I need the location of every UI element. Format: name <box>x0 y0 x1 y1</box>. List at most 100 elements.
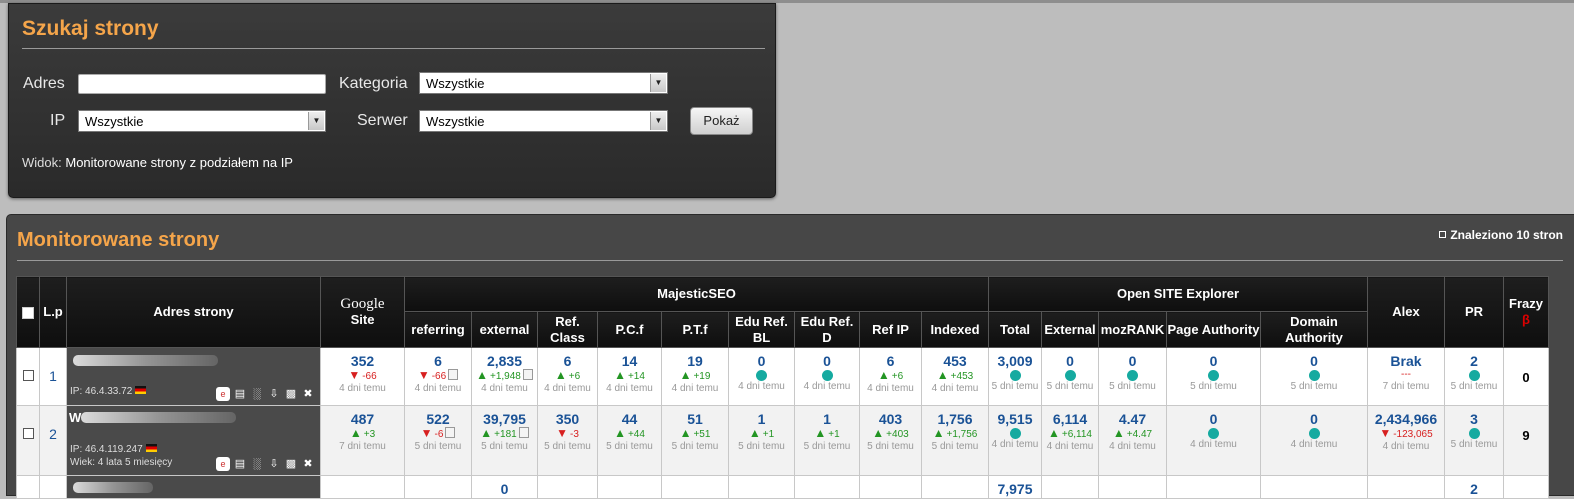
metric-value[interactable]: 350 <box>538 412 597 427</box>
metric-cell: 0 5 dni temu <box>1098 347 1167 406</box>
ip-select[interactable]: Wszystkie ▼ <box>78 110 326 132</box>
metric-value[interactable]: 0 <box>795 354 859 369</box>
metric-value[interactable]: 487 <box>321 412 404 427</box>
metric-cell <box>320 475 405 499</box>
metric-cell: 14 +144 dni temu <box>597 347 662 406</box>
address-cell: W IP: 46.4.119.247 Wiek: 4 lata 5 miesięcy… <box>66 405 321 476</box>
metric-change: +1 <box>795 427 859 441</box>
metric-age: 5 dni temu <box>991 381 1039 392</box>
status-dot-icon <box>1468 370 1480 381</box>
kategoria-label: Kategoria <box>339 75 408 92</box>
metric-cell: 1,756 +1,7565 dni temu <box>921 405 989 476</box>
notes-icon[interactable]: ▤ <box>233 387 247 401</box>
metric-value[interactable]: 0 <box>1167 412 1260 427</box>
metric-age: 4 dni temu <box>1290 439 1338 450</box>
mini-chart-icon[interactable] <box>448 369 459 380</box>
metric-value[interactable]: 0 <box>1042 354 1098 369</box>
metric-cell: 7,975 <box>988 475 1042 499</box>
metric-value[interactable]: 3,009 <box>989 354 1041 369</box>
metric-value[interactable]: 403 <box>860 412 921 427</box>
metric-value[interactable]: 9,515 <box>989 412 1041 427</box>
metric-value[interactable]: 0 <box>1099 354 1166 369</box>
row-checkbox[interactable] <box>22 370 34 381</box>
metric-value[interactable]: 1 <box>795 412 859 427</box>
select-all-checkbox[interactable] <box>22 306 34 319</box>
metric-change-text: -66 <box>362 371 377 382</box>
metric-value[interactable]: 1 <box>729 412 794 427</box>
row-select-cell <box>16 405 40 476</box>
lp-cell <box>39 475 67 499</box>
metric-value[interactable]: 44 <box>598 412 661 427</box>
chart-icon[interactable]: ▩ <box>284 457 298 471</box>
metric-value[interactable]: Brak <box>1368 354 1444 369</box>
metric-value[interactable]: 0 <box>729 354 794 369</box>
metric-cell: 1 +15 dni temu <box>794 405 860 476</box>
metric-value[interactable]: 6,114 <box>1042 412 1098 427</box>
metric-change: +4.47 <box>1099 427 1166 441</box>
metric-value[interactable]: 6 <box>538 354 597 369</box>
metric-value[interactable]: 1,756 <box>922 412 988 427</box>
row-checkbox[interactable] <box>22 428 34 439</box>
metric-change-text: +6,114 <box>1061 429 1092 440</box>
metric-cell: 39,795 +1815 dni temu <box>471 405 538 476</box>
address-cell: IP: 46.4.33.72 e ▤ ░ ⇩ ▩ ✖ <box>66 347 321 406</box>
metric-value[interactable]: 2,835 <box>472 354 537 369</box>
metric-cell: 487 +37 dni temu <box>320 405 405 476</box>
adres-input[interactable] <box>78 74 326 94</box>
metric-cell <box>661 475 729 499</box>
address-initial[interactable]: W <box>69 410 81 425</box>
metric-value[interactable]: 39,795 <box>472 412 537 427</box>
row-number[interactable]: 1 <box>40 368 66 384</box>
mini-chart-icon[interactable] <box>518 427 529 438</box>
metric-age: 5 dni temu <box>481 441 528 452</box>
pr-header: PR <box>1444 276 1504 348</box>
metric-cell: 2 <box>1444 475 1504 499</box>
status-dot-icon <box>1064 370 1076 381</box>
notes-icon[interactable]: ▤ <box>233 457 247 471</box>
metric-value[interactable]: 2,434,966 <box>1368 412 1444 427</box>
blurred-address[interactable] <box>73 355 218 366</box>
metric-change-text: +19 <box>693 371 711 382</box>
browser-icon[interactable]: e <box>216 387 230 401</box>
flag-de-icon <box>145 444 157 452</box>
subheader-12: Page Authority <box>1166 311 1261 348</box>
browser-icon[interactable]: e <box>216 457 230 471</box>
metric-value[interactable]: 6 <box>405 354 471 369</box>
serwer-select[interactable]: Wszystkie ▼ <box>419 110 668 132</box>
mini-chart-icon[interactable] <box>445 427 456 438</box>
metric-cell: 352 -664 dni temu <box>320 347 405 406</box>
page-icon[interactable]: ░ <box>250 387 264 401</box>
metric-value[interactable]: 2 <box>1445 354 1503 369</box>
mini-chart-icon[interactable] <box>522 369 533 380</box>
chart-icon[interactable]: ▩ <box>284 387 298 401</box>
metric-value[interactable]: 0 <box>1261 412 1367 427</box>
metric-value[interactable]: 19 <box>662 354 728 369</box>
metric-value[interactable]: 0 <box>1261 354 1367 369</box>
lp-cell: 2 <box>39 405 67 476</box>
page-icon[interactable]: ░ <box>250 457 264 471</box>
row-number[interactable]: 2 <box>40 426 66 442</box>
metric-value[interactable]: 4.47 <box>1099 412 1166 427</box>
close-icon[interactable]: ✖ <box>301 387 315 401</box>
metric-value[interactable]: 352 <box>321 354 404 369</box>
metric-value[interactable]: 453 <box>922 354 988 369</box>
metric-cell: 0 4 dni temu <box>1260 405 1368 476</box>
metric-value[interactable]: 3 <box>1445 412 1503 427</box>
metric-cell: 1 +15 dni temu <box>728 405 795 476</box>
ip-info: IP: 46.4.33.72 <box>70 386 147 397</box>
blurred-address[interactable] <box>73 482 153 493</box>
download-icon[interactable]: ⇩ <box>267 457 281 471</box>
show-button[interactable]: Pokaż <box>690 107 753 135</box>
metric-change-text: +1 <box>828 429 840 440</box>
metric-value[interactable]: 14 <box>598 354 661 369</box>
download-icon[interactable]: ⇩ <box>267 387 281 401</box>
metric-value[interactable]: 522 <box>405 412 471 427</box>
blurred-address[interactable] <box>81 412 236 423</box>
metric-cell: 51 +515 dni temu <box>661 405 729 476</box>
metric-value[interactable]: 6 <box>860 354 921 369</box>
metric-value[interactable]: 51 <box>662 412 728 427</box>
kategoria-select[interactable]: Wszystkie ▼ <box>419 72 668 94</box>
close-icon[interactable]: ✖ <box>301 457 315 471</box>
metric-age: 4 dni temu <box>671 383 719 394</box>
metric-value[interactable]: 0 <box>1167 354 1260 369</box>
